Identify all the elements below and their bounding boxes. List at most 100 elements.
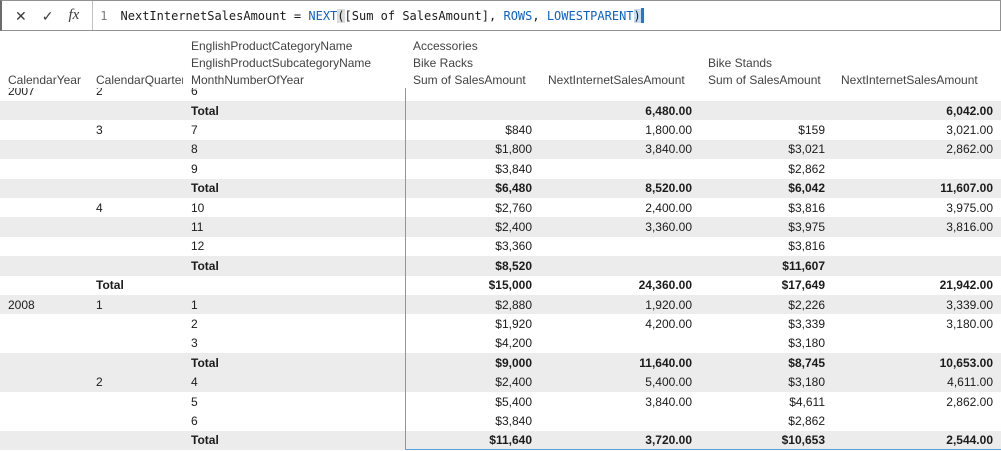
- header-subcategory-bike-racks[interactable]: Bike Racks: [405, 54, 540, 71]
- cell-month-number[interactable]: Total: [183, 101, 405, 120]
- cell-sum-sales-bike-stands[interactable]: $2,862: [700, 159, 833, 178]
- cell-month-number[interactable]: Total: [183, 353, 405, 372]
- cell-calendar-year[interactable]: [0, 353, 88, 372]
- cell-sum-sales-bike-racks[interactable]: $2,400: [405, 217, 540, 237]
- table-row[interactable]: 2 $1,920 4,200.00 $3,339 3,180.00: [0, 314, 1001, 334]
- cell-sum-sales-bike-racks[interactable]: [405, 88, 540, 101]
- cell-sum-sales-bike-stands[interactable]: $4,611: [700, 392, 833, 411]
- cell-next-sales-bike-racks[interactable]: 3,840.00: [540, 392, 700, 411]
- cell-sum-sales-bike-racks[interactable]: $3,840: [405, 159, 540, 179]
- table-row[interactable]: Total $9,000 11,640.00 $8,745 10,653.00: [0, 353, 1001, 373]
- cell-calendar-year[interactable]: [0, 159, 88, 178]
- column-header-calendar-year[interactable]: CalendarYear: [0, 71, 88, 88]
- cell-calendar-quarter[interactable]: [88, 159, 183, 178]
- cell-next-sales-bike-racks[interactable]: [540, 237, 700, 256]
- cell-sum-sales-bike-racks[interactable]: $9,000: [405, 353, 540, 373]
- cell-sum-sales-bike-racks[interactable]: $840: [405, 120, 540, 140]
- cell-next-sales-bike-racks[interactable]: 4,200.00: [540, 314, 700, 333]
- cell-calendar-year[interactable]: [0, 120, 88, 139]
- cell-sum-sales-bike-racks[interactable]: $1,800: [405, 139, 540, 160]
- cell-sum-sales-bike-stands[interactable]: $3,816: [700, 237, 833, 256]
- cell-calendar-quarter[interactable]: [88, 237, 183, 256]
- cell-month-number[interactable]: 11: [183, 217, 405, 236]
- cell-calendar-year[interactable]: [0, 431, 88, 450]
- cell-next-sales-bike-stands[interactable]: [833, 159, 1001, 178]
- cell-next-sales-bike-racks[interactable]: 11,640.00: [540, 353, 700, 372]
- cell-next-sales-bike-racks[interactable]: 2,400.00: [540, 198, 700, 217]
- cell-month-number[interactable]: 4: [183, 372, 405, 391]
- cell-month-number[interactable]: 10: [183, 198, 405, 217]
- cell-month-number[interactable]: 9: [183, 159, 405, 178]
- cell-next-sales-bike-racks[interactable]: 3,840.00: [540, 140, 700, 159]
- table-row[interactable]: 12 $3,360 $3,816: [0, 236, 1001, 257]
- column-header-month-number[interactable]: MonthNumberOfYear: [183, 71, 405, 88]
- cell-next-sales-bike-racks[interactable]: 6,480.00: [540, 101, 700, 120]
- column-header-calendar-quarter[interactable]: CalendarQuarter: [88, 71, 183, 88]
- fx-icon[interactable]: fx: [68, 8, 79, 23]
- cell-next-sales-bike-racks[interactable]: [540, 88, 700, 101]
- table-row[interactable]: 2 4 $2,400 5,400.00 $3,180 4,611.00: [0, 372, 1001, 392]
- cell-next-sales-bike-stands[interactable]: 2,544.00: [833, 431, 1001, 451]
- cell-calendar-year[interactable]: [0, 334, 88, 353]
- table-row[interactable]: 3 $4,200 $3,180: [0, 333, 1001, 354]
- cell-sum-sales-bike-stands[interactable]: $11,607: [700, 256, 833, 275]
- cell-sum-sales-bike-racks[interactable]: $15,000: [405, 275, 540, 295]
- column-header-next-sales-stands[interactable]: NextInternetSalesAmount: [833, 71, 1001, 88]
- cell-sum-sales-bike-racks[interactable]: [405, 101, 540, 121]
- cell-calendar-year[interactable]: [0, 256, 88, 275]
- cell-calendar-year[interactable]: 2007: [0, 88, 88, 101]
- table-row[interactable]: 2007 2 6: [0, 88, 1001, 101]
- cell-next-sales-bike-racks[interactable]: [540, 159, 700, 178]
- cell-next-sales-bike-stands[interactable]: 3,816.00: [833, 217, 1001, 236]
- cell-next-sales-bike-stands[interactable]: [833, 237, 1001, 256]
- cell-sum-sales-bike-stands[interactable]: $3,180: [700, 372, 833, 391]
- cell-calendar-quarter[interactable]: Total: [88, 276, 183, 295]
- cell-calendar-quarter[interactable]: [88, 314, 183, 333]
- cell-next-sales-bike-racks[interactable]: [540, 256, 700, 275]
- cell-next-sales-bike-racks[interactable]: 3,360.00: [540, 217, 700, 236]
- cell-sum-sales-bike-stands[interactable]: [700, 88, 833, 101]
- cell-next-sales-bike-stands[interactable]: 3,180.00: [833, 314, 1001, 333]
- header-subcategory-field[interactable]: EnglishProductSubcategoryName: [183, 54, 405, 71]
- table-row[interactable]: 5 $5,400 3,840.00 $4,611 2,862.00: [0, 391, 1001, 412]
- cell-sum-sales-bike-racks[interactable]: $2,760: [405, 197, 540, 218]
- cell-month-number[interactable]: 5: [183, 392, 405, 411]
- cell-calendar-quarter[interactable]: [88, 431, 183, 450]
- cell-sum-sales-bike-stands[interactable]: $3,816: [700, 198, 833, 217]
- cell-sum-sales-bike-stands[interactable]: $3,021: [700, 140, 833, 159]
- column-header-sum-sales-racks[interactable]: Sum of SalesAmount: [405, 71, 540, 88]
- cell-next-sales-bike-racks[interactable]: [540, 334, 700, 353]
- cell-next-sales-bike-racks[interactable]: 5,400.00: [540, 372, 700, 391]
- cell-calendar-year[interactable]: [0, 411, 88, 430]
- cell-next-sales-bike-stands[interactable]: 21,942.00: [833, 276, 1001, 295]
- table-row[interactable]: Total $6,480 8,520.00 $6,042 11,607.00: [0, 178, 1001, 198]
- cell-next-sales-bike-racks[interactable]: 1,920.00: [540, 295, 700, 314]
- cell-month-number[interactable]: Total: [183, 256, 405, 275]
- cell-calendar-year[interactable]: [0, 314, 88, 333]
- cell-next-sales-bike-stands[interactable]: 2,862.00: [833, 140, 1001, 159]
- cell-calendar-year[interactable]: [0, 237, 88, 256]
- table-row[interactable]: Total $11,640 3,720.00 $10,653 2,544.00: [0, 430, 1001, 451]
- cell-sum-sales-bike-racks[interactable]: $3,840: [405, 411, 540, 431]
- header-subcategory-bike-stands[interactable]: Bike Stands: [700, 54, 833, 71]
- cell-month-number[interactable]: 12: [183, 237, 405, 256]
- cell-next-sales-bike-stands[interactable]: 3,975.00: [833, 198, 1001, 217]
- cell-calendar-quarter[interactable]: [88, 217, 183, 236]
- cell-calendar-year[interactable]: 2008: [0, 295, 88, 314]
- column-header-next-sales-racks[interactable]: NextInternetSalesAmount: [540, 71, 700, 88]
- cell-sum-sales-bike-stands[interactable]: [700, 101, 833, 120]
- cell-sum-sales-bike-stands[interactable]: $3,339: [700, 314, 833, 333]
- cell-calendar-quarter[interactable]: [88, 256, 183, 275]
- cell-next-sales-bike-stands[interactable]: [833, 334, 1001, 353]
- table-row[interactable]: 4 10 $2,760 2,400.00 $3,816 3,975.00: [0, 197, 1001, 218]
- cell-calendar-year[interactable]: [0, 198, 88, 217]
- cell-next-sales-bike-stands[interactable]: 6,042.00: [833, 101, 1001, 120]
- table-row[interactable]: 8 $1,800 3,840.00 $3,021 2,862.00: [0, 139, 1001, 160]
- cell-sum-sales-bike-racks[interactable]: $3,360: [405, 236, 540, 257]
- cell-calendar-quarter[interactable]: [88, 179, 183, 198]
- cell-month-number[interactable]: 6: [183, 411, 405, 430]
- table-row[interactable]: 11 $2,400 3,360.00 $3,975 3,816.00: [0, 217, 1001, 237]
- header-category-field[interactable]: EnglishProductCategoryName: [183, 37, 405, 54]
- cell-sum-sales-bike-stands[interactable]: $6,042: [700, 179, 833, 198]
- cell-month-number[interactable]: 8: [183, 140, 405, 159]
